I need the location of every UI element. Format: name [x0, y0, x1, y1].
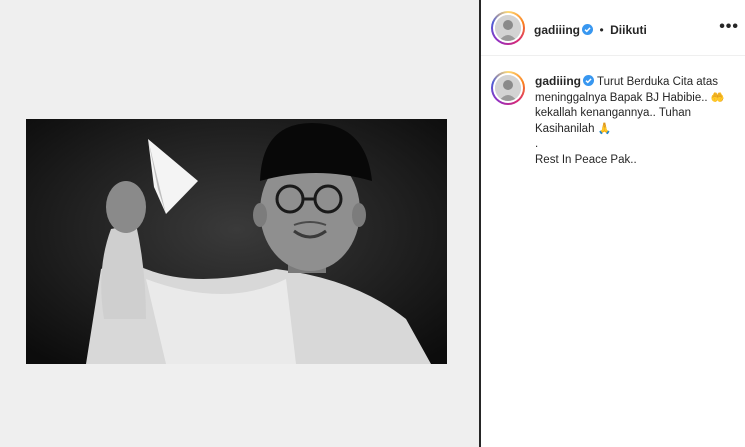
header-username[interactable]: gadiiing	[534, 23, 580, 37]
caption-text: gadiiing Turut Berduka Cita atas meningg…	[535, 74, 731, 168]
post-sidebar: gadiiing • Diikuti ••• gadiiing Turut Be…	[481, 0, 745, 447]
header-separator: •	[599, 23, 604, 37]
caption-verified-badge-icon	[583, 75, 594, 86]
post-header: gadiiing • Diikuti •••	[481, 0, 745, 56]
praying-hands-emoji-icon: 🙏	[597, 122, 612, 135]
follow-status-button[interactable]: Diikuti	[610, 23, 647, 37]
caption-line-6: Rest In Peace Pak..	[535, 153, 637, 166]
header-meta: gadiiing • Diikuti	[534, 21, 647, 39]
caption-line-2: meninggalnya Bapak BJ Habibie..	[535, 91, 708, 104]
post-photo-image	[26, 119, 447, 364]
media-pane	[0, 0, 479, 447]
caption-line-5: .	[535, 138, 539, 150]
verified-badge-icon	[582, 24, 593, 35]
caption: gadiiing Turut Berduka Cita atas meningg…	[481, 74, 745, 168]
avatar-image	[495, 15, 521, 41]
caption-username[interactable]: gadiiing	[535, 74, 581, 88]
caption-line-1: Turut Berduka Cita atas	[597, 76, 719, 88]
more-options-icon[interactable]: •••	[719, 19, 739, 35]
caption-line-3: kekallah kenangannya.. Tuhan	[535, 107, 692, 119]
open-hands-emoji-icon: 🤲	[710, 91, 725, 104]
post-photo[interactable]	[26, 119, 447, 364]
caption-line-4: Kasihanilah	[535, 122, 595, 135]
avatar[interactable]	[491, 11, 525, 45]
